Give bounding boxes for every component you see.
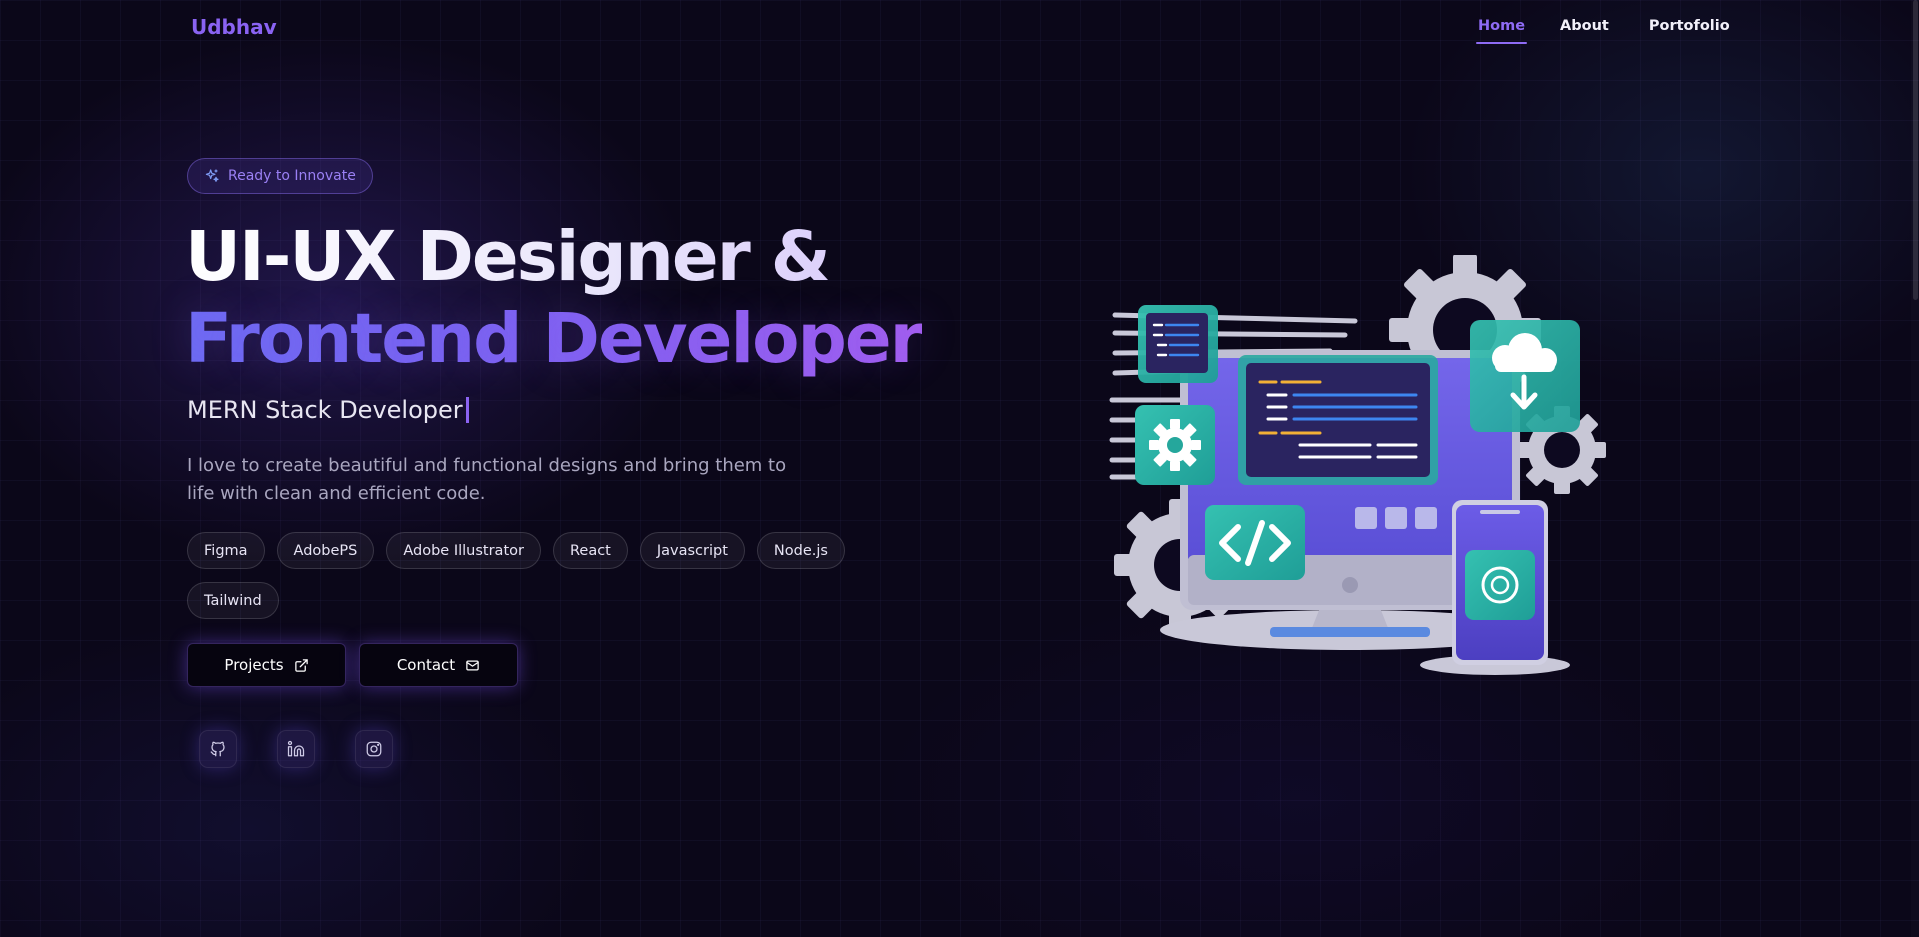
typed-text: MERN Stack Developer <box>187 396 463 424</box>
scrollbar-thumb[interactable] <box>1913 0 1918 300</box>
hero-title-line2: Frontend Developer <box>185 299 924 379</box>
skill-chip: Adobe Illustrator <box>386 532 541 569</box>
skill-chip: AdobePS <box>276 532 375 569</box>
skill-chip: Figma <box>187 532 265 569</box>
main-nav: Home About Portofolio <box>1475 18 1730 44</box>
github-icon <box>210 741 225 757</box>
typed-subtitle: MERN Stack Developer <box>187 396 469 424</box>
skills-list: Figma AdobePS Adobe Illustrator React Ja… <box>187 532 887 619</box>
nav-home[interactable]: Home <box>1475 18 1528 44</box>
cta-buttons: Projects Contact <box>187 643 518 687</box>
instagram-link[interactable] <box>355 730 393 768</box>
mail-icon <box>466 660 479 670</box>
sparkles-icon <box>205 169 219 182</box>
contact-button[interactable]: Contact <box>359 643 518 687</box>
hero-title-line1: UI-UX Designer & <box>185 216 922 298</box>
scrollbar[interactable] <box>1911 0 1919 937</box>
projects-button-label: Projects <box>224 656 284 674</box>
linkedin-link[interactable] <box>277 730 315 768</box>
ready-badge: Ready to Innovate <box>187 158 373 194</box>
nav-portofolio[interactable]: Portofolio <box>1649 18 1730 44</box>
typing-cursor <box>465 397 469 423</box>
skill-chip: Tailwind <box>187 582 279 619</box>
social-links <box>199 730 393 768</box>
hero-title: UI-UX Designer & Frontend Developer <box>185 216 924 380</box>
linkedin-icon <box>287 740 305 757</box>
developer-illustration <box>1109 255 1606 675</box>
skill-chip: React <box>552 532 628 569</box>
nav-about[interactable]: About <box>1560 18 1609 44</box>
page: Udbhav Home About Portofolio Ready to In… <box>0 0 1919 937</box>
instagram-icon <box>366 741 382 757</box>
github-link[interactable] <box>199 730 237 768</box>
badge-label: Ready to Innovate <box>228 168 356 184</box>
projects-button[interactable]: Projects <box>187 643 346 687</box>
skill-chip: Node.js <box>756 532 845 569</box>
contact-button-label: Contact <box>396 656 456 674</box>
hero-description: I love to create beautiful and functiona… <box>187 455 787 504</box>
skill-chip: Javascript <box>639 532 745 569</box>
external-link-icon <box>294 658 308 672</box>
logo[interactable]: Udbhav <box>191 15 277 39</box>
